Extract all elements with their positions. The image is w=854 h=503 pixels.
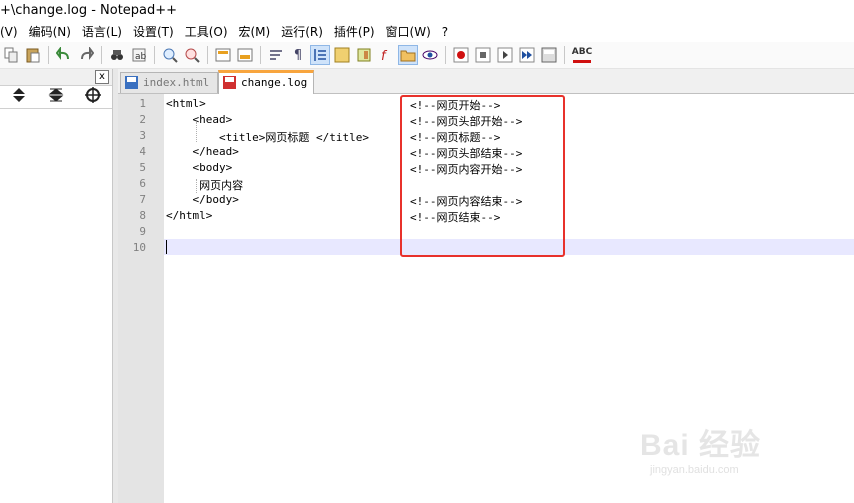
left-side-panel: x bbox=[0, 69, 113, 503]
toolbar-separator bbox=[48, 46, 49, 64]
panel-toolbar bbox=[0, 86, 112, 109]
svg-text:ab: ab bbox=[135, 52, 147, 62]
line-number: 1 bbox=[139, 97, 146, 110]
close-panel-button[interactable]: x bbox=[95, 70, 109, 84]
watermark-brand: Bai 经验 bbox=[640, 429, 762, 462]
menu-language[interactable]: 语言(L) bbox=[82, 22, 129, 42]
menu-run[interactable]: 运行(R) bbox=[281, 22, 330, 42]
panel-header: x bbox=[0, 69, 112, 86]
menu-view[interactable]: (V) bbox=[0, 22, 25, 42]
line-number: 6 bbox=[139, 177, 146, 190]
collapse-all-icon[interactable] bbox=[48, 87, 64, 107]
toolbar-separator bbox=[154, 46, 155, 64]
toolbar-separator bbox=[207, 46, 208, 64]
line-number-gutter: 1 2 3 4 5 6 7 8 9 10 bbox=[118, 94, 164, 503]
save-macro-icon[interactable] bbox=[540, 46, 558, 64]
function-list-icon[interactable]: f bbox=[377, 46, 395, 64]
line-number: 8 bbox=[139, 209, 146, 222]
sync-horizontal-icon[interactable] bbox=[236, 46, 254, 64]
modified-file-icon bbox=[223, 76, 236, 89]
title-bar: +\change.log - Notepad++ bbox=[0, 0, 854, 22]
line-number: 9 bbox=[139, 225, 146, 238]
play-macro-icon[interactable] bbox=[496, 46, 514, 64]
line-number: 3 bbox=[139, 129, 146, 142]
find-icon[interactable] bbox=[108, 46, 126, 64]
saved-file-icon bbox=[125, 76, 138, 89]
menu-plugins[interactable]: 插件(P) bbox=[334, 22, 382, 42]
tab-index-html[interactable]: index.html× bbox=[120, 72, 218, 109]
menu-bar: (V) 编码(N) 语言(L) 设置(T) 工具(O) 宏(M) 运行(R) 插… bbox=[0, 22, 854, 42]
word-wrap-icon[interactable] bbox=[267, 46, 285, 64]
toolbar-separator bbox=[445, 46, 446, 64]
line-number: 10 bbox=[132, 241, 146, 254]
expand-collapse-icon[interactable] bbox=[11, 87, 27, 107]
locate-target-icon[interactable] bbox=[85, 87, 102, 107]
menu-help[interactable]: ? bbox=[442, 22, 455, 42]
code-line: <head> bbox=[166, 113, 233, 126]
toolbar-separator bbox=[101, 46, 102, 64]
replace-icon[interactable]: ab bbox=[130, 46, 148, 64]
line-number: 4 bbox=[139, 145, 146, 158]
toolbar-separator bbox=[260, 46, 261, 64]
line-number: 2 bbox=[139, 113, 146, 126]
folder-workspace-icon[interactable] bbox=[398, 45, 418, 65]
toolbar-separator bbox=[564, 46, 565, 64]
spellcheck-icon[interactable]: ABC bbox=[571, 46, 593, 64]
svg-text:f: f bbox=[381, 49, 388, 63]
code-line: <title>网页标题 </title> bbox=[166, 131, 369, 144]
zoom-in-icon[interactable] bbox=[161, 46, 179, 64]
text-caret bbox=[166, 240, 167, 254]
menu-macro[interactable]: 宏(M) bbox=[239, 22, 278, 42]
line-number: 5 bbox=[139, 161, 146, 174]
code-line: </html> bbox=[166, 209, 213, 222]
tab-label: index.html bbox=[143, 76, 210, 89]
code-line: </body> bbox=[166, 193, 239, 206]
code-line: </head> bbox=[166, 145, 239, 158]
menu-settings[interactable]: 设置(T) bbox=[133, 22, 181, 42]
tab-label: change.log bbox=[241, 76, 308, 89]
user-language-icon[interactable] bbox=[333, 46, 351, 64]
watermark-site: jingyan.baidu.com bbox=[650, 464, 739, 476]
copy-icon[interactable] bbox=[2, 46, 20, 64]
doc-map-icon[interactable] bbox=[355, 46, 373, 64]
stop-macro-icon[interactable] bbox=[474, 46, 492, 64]
zoom-out-icon[interactable] bbox=[183, 46, 201, 64]
menu-window[interactable]: 窗口(W) bbox=[386, 22, 438, 42]
line-number: 7 bbox=[139, 193, 146, 206]
tab-change-log[interactable]: change.log× bbox=[218, 70, 314, 109]
watermark: Bai 经验 jingyan.baidu.com bbox=[640, 420, 840, 490]
indent-guide-icon[interactable] bbox=[310, 45, 330, 65]
paste-icon[interactable] bbox=[24, 46, 42, 64]
run-macro-multiple-icon[interactable] bbox=[518, 46, 536, 64]
code-line: <html> bbox=[166, 97, 206, 110]
record-macro-icon[interactable] bbox=[452, 46, 470, 64]
window-title: +\change.log - Notepad++ bbox=[0, 3, 178, 18]
menu-encoding[interactable]: 编码(N) bbox=[29, 22, 78, 42]
show-all-chars-icon[interactable]: ¶ bbox=[289, 46, 307, 64]
undo-icon[interactable] bbox=[55, 46, 73, 64]
code-line: 网页内容 bbox=[166, 179, 244, 192]
tab-bar: index.html× change.log× bbox=[118, 69, 854, 109]
spellcheck-label: ABC bbox=[571, 47, 593, 57]
code-line: <body> bbox=[166, 161, 233, 174]
toolbar: ab ¶ f ABC bbox=[0, 42, 854, 69]
monitoring-eye-icon[interactable] bbox=[421, 46, 439, 64]
menu-tools[interactable]: 工具(O) bbox=[185, 22, 235, 42]
sync-vertical-icon[interactable] bbox=[214, 46, 232, 64]
redo-icon[interactable] bbox=[77, 46, 95, 64]
annotation-highlight-box bbox=[400, 95, 565, 257]
